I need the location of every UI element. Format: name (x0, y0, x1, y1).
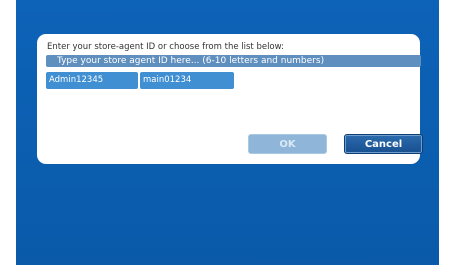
store-agent-dialog: Enter your store-agent ID or choose from… (37, 34, 423, 164)
agent-item-admin12345[interactable]: Admin12345 (46, 72, 138, 89)
app-background: Enter your store-agent ID or choose from… (16, 0, 439, 265)
store-agent-id-input[interactable] (46, 55, 421, 67)
dialog-prompt: Enter your store-agent ID or choose from… (47, 42, 284, 52)
cancel-button[interactable]: Cancel (344, 134, 423, 154)
ok-button[interactable]: OK (248, 134, 327, 154)
agent-item-main01234[interactable]: main01234 (140, 72, 234, 89)
